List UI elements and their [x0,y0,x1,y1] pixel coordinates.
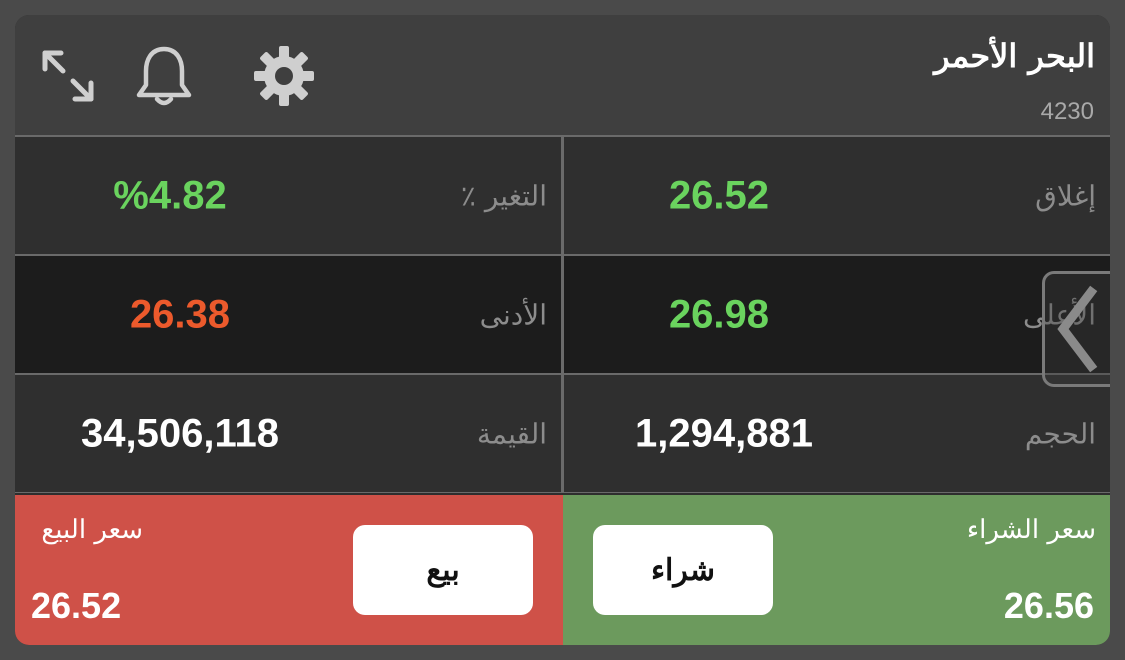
value-label: القيمة [476,417,547,450]
expand-icon[interactable] [35,43,101,109]
close-label: إغلاق [1035,179,1096,212]
value-value: 34,506,118 [81,411,279,455]
change-pct-label: التغير ٪ [460,179,547,212]
bell-icon[interactable] [131,43,197,109]
close-cell: إغلاق 26.52 [564,137,1110,254]
value-cell: 34,506,118 القيمة [15,375,561,492]
volume-value: 1,294,881 [635,411,813,455]
gear-icon[interactable] [251,43,317,109]
change-pct-value: %4.82 [113,173,227,217]
high-value: 26.98 [668,292,770,336]
low-label: الأدنى [479,298,547,331]
stock-symbol: 4230 [1040,98,1094,125]
sell-price-value: 26.52 [31,585,122,626]
chevron-left-icon [1056,285,1097,373]
close-value: 26.52 [668,173,770,217]
sell-button[interactable]: بيع [353,525,533,615]
collapse-tab[interactable] [1042,271,1110,387]
buy-price-value: 26.56 [1003,585,1094,626]
change-pct-cell: التغير ٪ %4.82 [15,137,561,254]
stock-card: البحر الأحمر 4230 إغلاق 26.52 التغير ٪ %… [15,15,1110,645]
volume-label: الحجم [1024,417,1096,450]
high-cell: الأعلى 26.98 [564,256,1110,373]
volume-cell: الحجم 1,294,881 [564,375,1110,492]
buy-price-label: سعر الشراء [966,515,1096,545]
low-cell: الأدنى 26.38 [15,256,561,373]
card-header: البحر الأحمر 4230 [15,15,1110,135]
sell-panel: سعر البيع 26.52 بيع [15,495,563,645]
buy-button[interactable]: شراء [593,525,773,615]
sell-price-label: سعر البيع [41,515,143,545]
low-value: 26.38 [129,292,231,336]
buy-panel: سعر الشراء 26.56 شراء [563,495,1110,645]
stats-grid: إغلاق 26.52 التغير ٪ %4.82 الأعلى 26.98 … [15,135,1110,493]
stock-title: البحر الأحمر [934,37,1095,75]
